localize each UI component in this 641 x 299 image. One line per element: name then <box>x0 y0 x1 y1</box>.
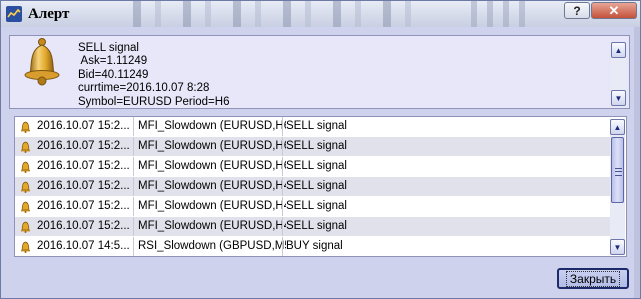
alert-row[interactable]: 2016.10.07 15:2... MFI_Slowdown (EURUSD,… <box>15 217 610 237</box>
scroll-up-button[interactable]: ▲ <box>611 42 626 58</box>
alert-row[interactable]: 2016.10.07 15:2... MFI_Slowdown (EURUSD,… <box>15 157 610 177</box>
alert-time: 2016.10.07 15:2... <box>37 200 130 212</box>
column-divider <box>282 217 283 236</box>
alerts-scrollbar[interactable]: ▲ ▼ <box>610 119 625 255</box>
alert-row[interactable]: 2016.10.07 15:2... MFI_Slowdown (EURUSD,… <box>15 197 610 217</box>
window-title: Алерт <box>28 6 70 22</box>
alert-time: 2016.10.07 15:2... <box>37 120 130 132</box>
column-divider <box>133 177 134 196</box>
alert-time: 2016.10.07 15:2... <box>37 220 130 232</box>
bell-icon <box>21 121 30 133</box>
alert-name: MFI_Slowdown (EURUSD,H4) <box>138 180 286 192</box>
alert-row[interactable]: 2016.10.07 15:2... MFI_Slowdown (EURUSD,… <box>15 117 610 137</box>
column-divider <box>282 137 283 156</box>
scroll-down-button[interactable]: ▼ <box>611 90 626 106</box>
message-line: currtime=2016.10.07 8:28 <box>78 82 210 95</box>
alert-window: Алерт ? ✕ SELL signal Ask=1.11249 Bid=40… <box>0 0 641 299</box>
scroll-down-button[interactable]: ▼ <box>610 239 625 255</box>
column-divider <box>133 137 134 156</box>
alert-message: SELL signal <box>286 120 347 132</box>
column-divider <box>133 117 134 136</box>
message-scrollbar[interactable]: ▲ ▼ <box>611 42 626 106</box>
message-line: SELL signal <box>78 42 139 54</box>
column-divider <box>282 117 283 136</box>
message-line: Bid=40.11249 <box>78 68 149 81</box>
column-divider <box>133 157 134 176</box>
alert-message: SELL signal <box>286 160 347 172</box>
help-button[interactable]: ? <box>564 2 590 19</box>
scroll-up-button[interactable]: ▲ <box>610 119 625 135</box>
column-divider <box>133 237 134 256</box>
bell-icon <box>24 38 60 86</box>
alert-message: SELL signal <box>286 140 347 152</box>
bell-icon <box>21 201 30 213</box>
message-line: Symbol=EURUSD Period=H6 <box>78 95 230 108</box>
window-edge <box>634 27 640 298</box>
alert-message-text: SELL signal Ask=1.11249 Bid=40.11249 cur… <box>78 42 229 109</box>
alert-name: MFI_Slowdown (EURUSD,H4) <box>138 200 286 212</box>
alert-name: MFI_Slowdown (EURUSD,H6) <box>138 140 286 152</box>
alert-message: SELL signal <box>286 180 347 192</box>
grip-icon <box>615 168 622 176</box>
column-divider <box>282 177 283 196</box>
close-window-button[interactable]: ✕ <box>591 2 637 19</box>
title-bar-background <box>111 1 421 27</box>
alert-time: 2016.10.07 15:2... <box>37 140 130 152</box>
message-line: Ask=1.11249 <box>78 55 148 68</box>
alert-name: RSI_Slowdown (GBPUSD,M5) <box>138 240 286 252</box>
scroll-thumb[interactable] <box>611 137 624 203</box>
arrow-up-icon: ▲ <box>613 122 622 132</box>
alert-name: MFI_Slowdown (EURUSD,H6) <box>138 160 286 172</box>
alert-time: 2016.10.07 15:2... <box>37 180 130 192</box>
arrow-up-icon: ▲ <box>614 45 623 55</box>
alerts-list[interactable]: 2016.10.07 15:2... MFI_Slowdown (EURUSD,… <box>14 116 627 257</box>
arrow-down-icon: ▼ <box>614 93 623 103</box>
close-icon: ✕ <box>608 2 620 18</box>
bell-icon <box>21 141 30 153</box>
alert-row[interactable]: 2016.10.07 15:2... MFI_Slowdown (EURUSD,… <box>15 177 610 197</box>
alert-name: MFI_Slowdown (EURUSD,H6) <box>138 120 286 132</box>
title-bar-background-right <box>461 1 531 27</box>
close-button-label: Закрыть <box>565 270 621 287</box>
column-divider <box>282 197 283 216</box>
alert-time: 2016.10.07 15:2... <box>37 160 130 172</box>
column-divider <box>133 217 134 236</box>
alert-name: MFI_Slowdown (EURUSD,H4) <box>138 220 286 232</box>
column-divider <box>282 237 283 256</box>
alert-row[interactable]: 2016.10.07 15:2... MFI_Slowdown (EURUSD,… <box>15 137 610 157</box>
bell-icon <box>21 241 30 253</box>
bell-icon <box>21 161 30 173</box>
arrow-down-icon: ▼ <box>613 242 622 252</box>
alert-message: BUY signal <box>286 240 343 252</box>
alert-time: 2016.10.07 14:5... <box>37 240 130 252</box>
bell-icon <box>21 181 30 193</box>
title-bar[interactable]: Алерт ? ✕ <box>1 1 640 27</box>
column-divider <box>282 157 283 176</box>
alert-message: SELL signal <box>286 220 347 232</box>
alert-message: SELL signal <box>286 200 347 212</box>
column-divider <box>133 197 134 216</box>
alert-row[interactable]: 2016.10.07 14:5... RSI_Slowdown (GBPUSD,… <box>15 237 610 256</box>
close-button[interactable]: Закрыть <box>557 268 629 289</box>
bell-icon <box>21 221 30 233</box>
app-icon <box>6 6 22 22</box>
message-panel: SELL signal Ask=1.11249 Bid=40.11249 cur… <box>9 35 630 109</box>
